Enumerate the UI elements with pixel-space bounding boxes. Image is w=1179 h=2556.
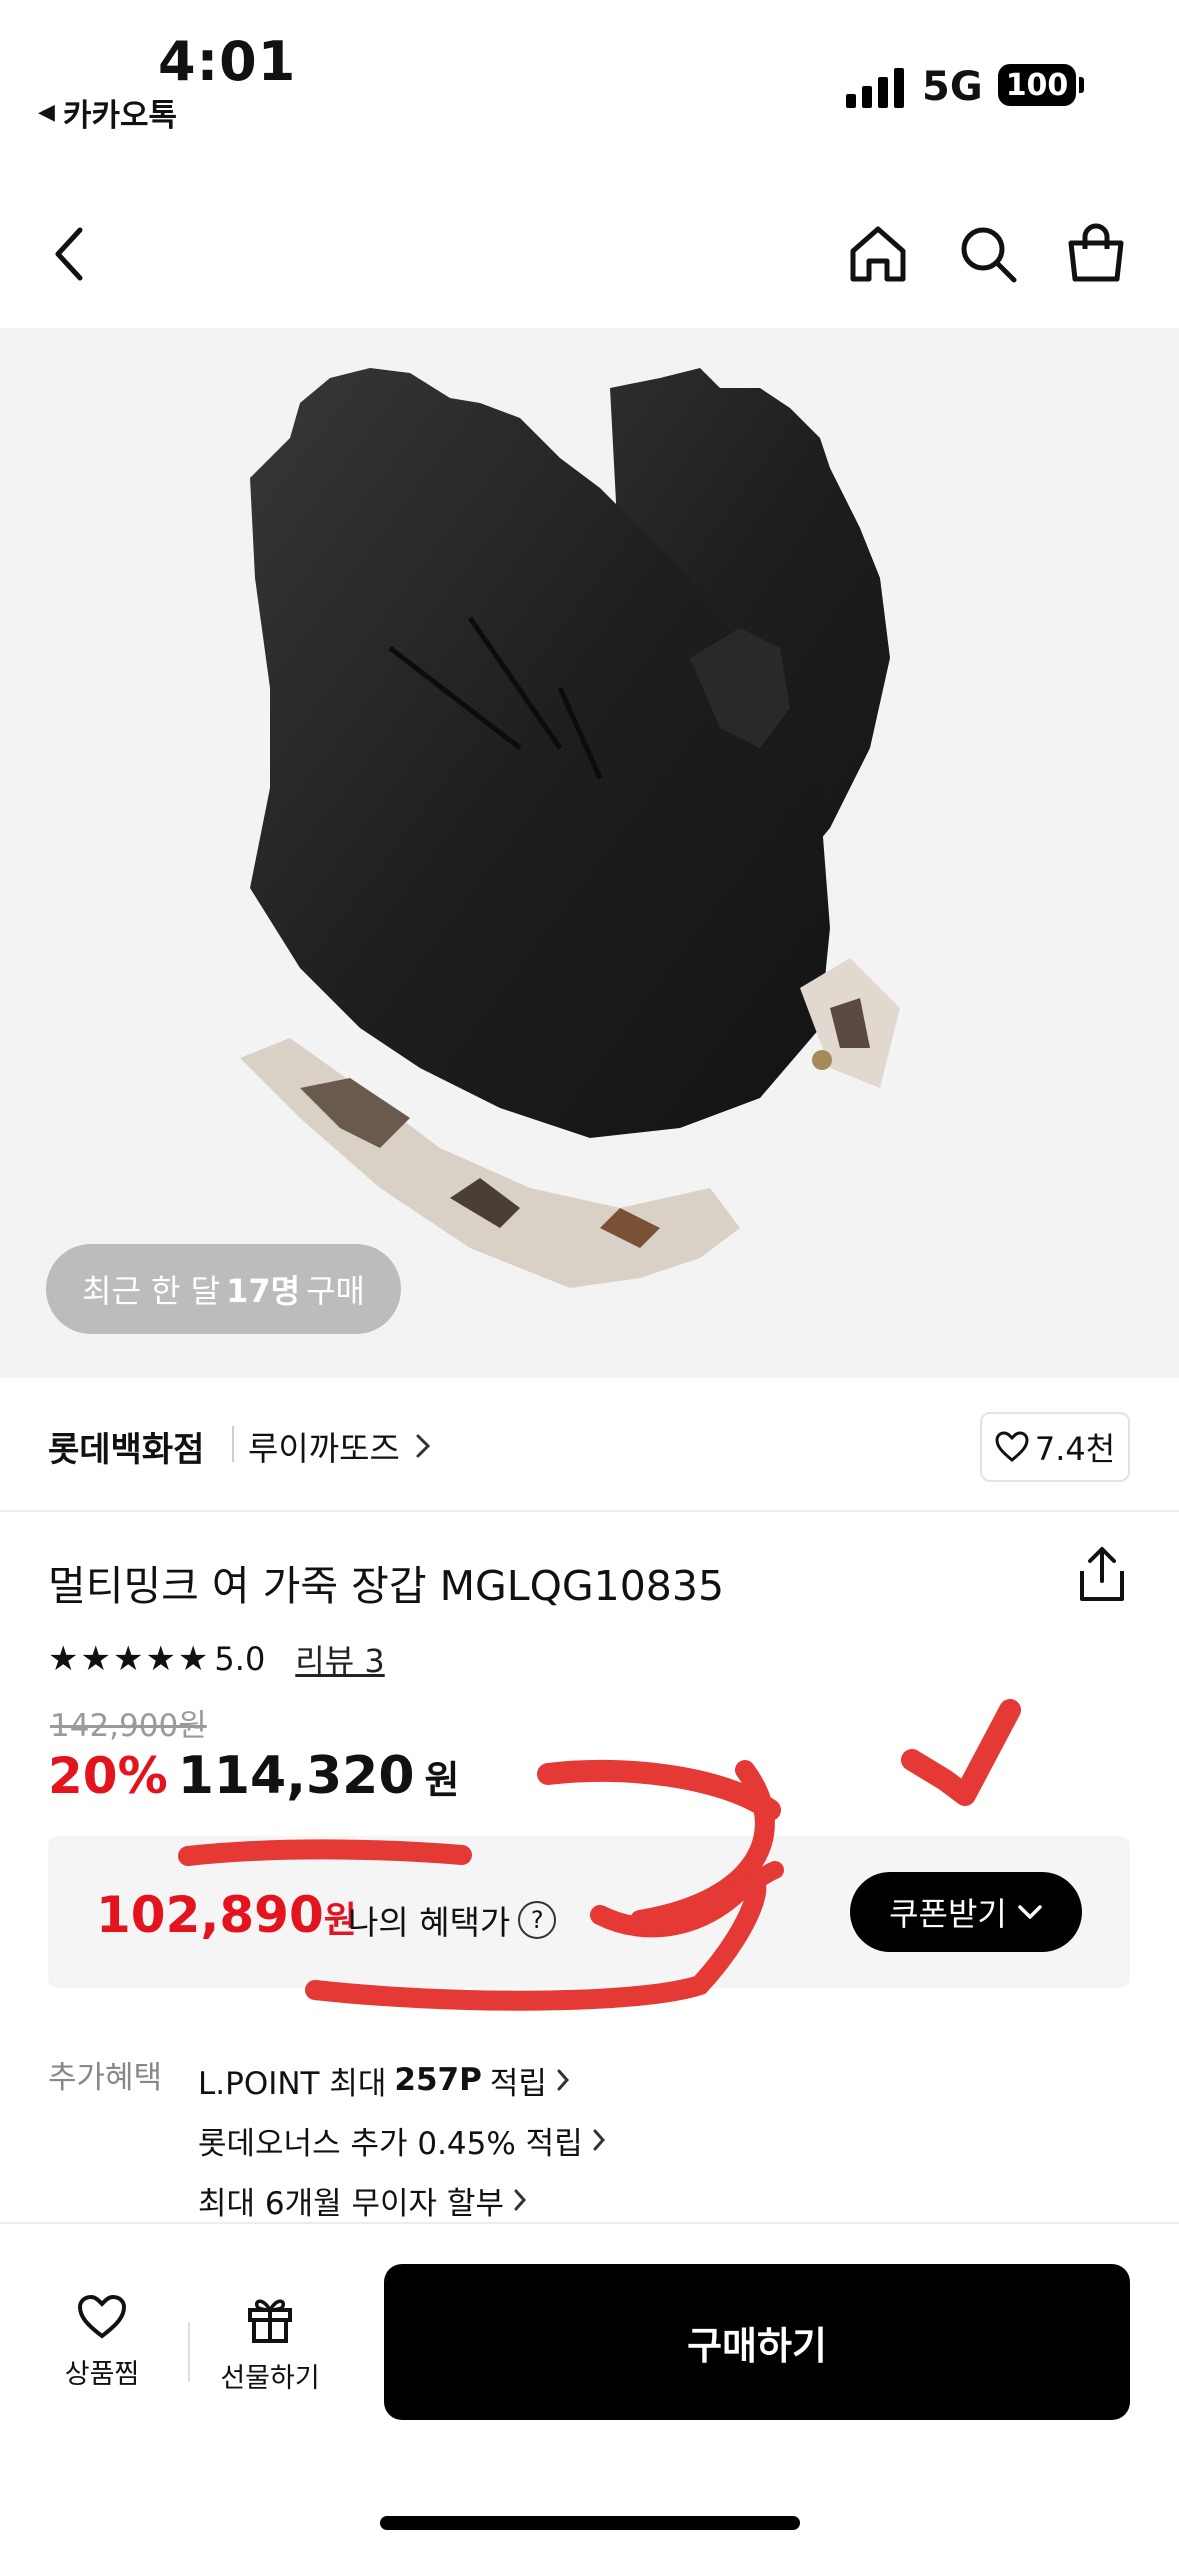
my-benefit-price: 102,890원 <box>96 1886 357 1944</box>
brand-label: 루이까또즈 <box>248 1429 400 1468</box>
back-app-label: 카카오톡 <box>62 98 178 134</box>
like-button[interactable]: 7.4천 <box>980 1412 1130 1482</box>
like-count: 7.4천 <box>1034 1430 1116 1468</box>
lpoint-text-pre: L.POINT 최대 <box>198 2065 387 2102</box>
shopping-bag-icon[interactable] <box>1060 218 1132 290</box>
extra-benefit-list: L.POINT 최대 257P 적립 롯데오너스 추가 0.45% 적립 최대 … <box>198 2050 607 2230</box>
buy-button[interactable]: 구매하기 <box>384 2264 1130 2420</box>
bottom-divider <box>188 2322 190 2382</box>
sale-price-unit: 원 <box>424 1758 460 1802</box>
my-benefit-box: 102,890원 나의 혜택가 ? 쿠폰받기 <box>48 1836 1130 1988</box>
lpoint-points: 257P <box>394 2062 482 2098</box>
coupon-button[interactable]: 쿠폰받기 <box>850 1872 1082 1952</box>
original-price: 142,900원 <box>50 1708 207 1744</box>
back-triangle-icon: ◀ <box>38 100 55 125</box>
search-icon[interactable] <box>952 218 1024 290</box>
recent-count: 17명 <box>226 1272 301 1310</box>
gloves-illustration <box>240 368 900 1288</box>
battery-nub <box>1079 77 1084 93</box>
discount-rate: 20% <box>48 1747 168 1805</box>
back-to-app-link[interactable]: ◀ 카카오톡 <box>38 90 177 135</box>
honors-text: 롯데오너스 추가 0.45% 적립 <box>198 2125 583 2162</box>
star-rating-icon: ★★★★★ <box>48 1639 211 1679</box>
gift-label: 선물하기 <box>220 2363 320 2394</box>
store-name[interactable]: 롯데백화점 <box>48 1422 204 1471</box>
help-icon[interactable]: ? <box>518 1901 557 1939</box>
heart-icon <box>77 2294 127 2339</box>
battery-level: 100 <box>1005 67 1069 103</box>
status-time: 4:01 <box>158 30 297 93</box>
home-icon[interactable] <box>842 218 914 290</box>
chevron-down-icon <box>1018 1905 1042 1919</box>
extra-benefit-label: 추가혜택 <box>48 2060 163 2096</box>
gift-button[interactable]: 선물하기 <box>210 2294 330 2395</box>
chevron-right-icon <box>514 2189 526 2211</box>
gift-icon <box>248 2299 292 2343</box>
installment-benefit[interactable]: 최대 6개월 무이자 할부 <box>198 2170 607 2230</box>
battery-icon: 100 <box>998 64 1076 106</box>
my-benefit-label: 나의 혜택가 ? <box>348 1896 557 1944</box>
coupon-label: 쿠폰받기 <box>889 1895 1007 1933</box>
chevron-right-icon <box>416 1434 430 1458</box>
review-link[interactable]: 리뷰 3 <box>295 1636 384 1682</box>
brand-divider <box>232 1426 234 1462</box>
signal-icon <box>846 68 904 108</box>
recent-purchase-badge: 최근 한 달 17명 구매 <box>46 1244 401 1334</box>
top-nav <box>0 190 1179 320</box>
rating-value: 5.0 <box>214 1640 266 1678</box>
brand-row: 롯데백화점 루이까또즈 7.4천 <box>0 1378 1179 1512</box>
product-title: 멀티밍크 여 가죽 장갑 MGLQG10835 <box>48 1562 725 1610</box>
chevron-right-icon <box>593 2129 605 2151</box>
installment-text: 최대 6개월 무이자 할부 <box>198 2185 504 2222</box>
back-icon[interactable] <box>34 218 106 290</box>
wishlist-label: 상품찜 <box>64 2359 140 2390</box>
recent-suffix: 구매 <box>306 1272 365 1310</box>
lotte-honors-benefit[interactable]: 롯데오너스 추가 0.45% 적립 <box>198 2110 607 2170</box>
chevron-right-icon <box>557 2069 569 2091</box>
my-price-value: 102,890 <box>96 1886 324 1944</box>
brand-link[interactable]: 루이까또즈 <box>248 1422 432 1470</box>
my-benefit-text: 나의 혜택가 <box>348 1903 511 1942</box>
heart-icon <box>995 1431 1029 1462</box>
bottom-action-bar: 상품찜 선물하기 구매하기 <box>0 2222 1179 2556</box>
status-bar: 4:01 ◀ 카카오톡 5G 100 <box>0 0 1179 150</box>
sale-price: 114,320 <box>177 1746 415 1806</box>
rating-row: ★★★★★ 5.0 리뷰 3 <box>48 1636 385 1682</box>
wishlist-button[interactable]: 상품찜 <box>42 2294 162 2391</box>
lpoint-benefit[interactable]: L.POINT 최대 257P 적립 <box>198 2050 607 2110</box>
home-indicator <box>380 2516 800 2530</box>
price-row: 20% 114,320 원 <box>48 1746 460 1806</box>
network-label: 5G <box>922 64 983 110</box>
lpoint-text-post: 적립 <box>489 2065 547 2102</box>
recent-prefix: 최근 한 달 <box>82 1272 221 1310</box>
product-image[interactable]: 최근 한 달 17명 구매 <box>0 328 1179 1378</box>
share-icon[interactable] <box>1074 1545 1130 1605</box>
